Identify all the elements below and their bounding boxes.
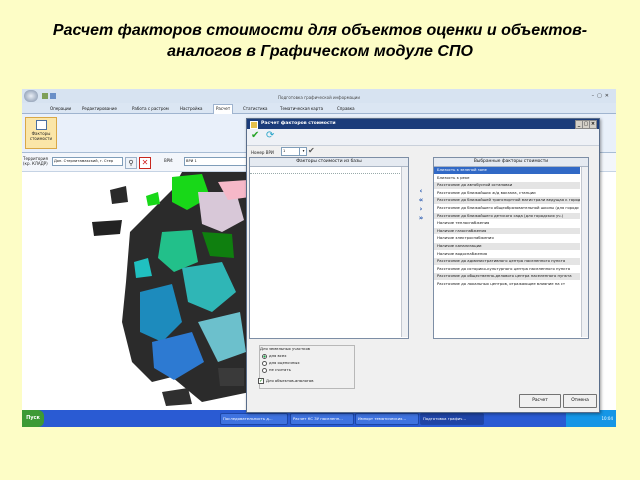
list-item[interactable]: Наличие водоснабжения (434, 251, 580, 259)
checkbox-check-icon: ✔ (258, 378, 264, 384)
list-item[interactable]: Расстояние до ближайшего общеобразовател… (434, 205, 580, 213)
list-item[interactable]: Наличие электроснабжения (434, 235, 580, 243)
list-item[interactable]: Расстояние до локальных центров, отражаю… (434, 281, 580, 289)
dialog-title: Расчет факторов стоимости (261, 121, 336, 126)
calculate-button[interactable]: Расчет (519, 394, 561, 408)
filter-funnel-icon[interactable]: ⚲ (125, 157, 137, 169)
list-item[interactable]: Расстояние до ближайших ж/д вокзала, ста… (434, 190, 580, 198)
vri-number-dropdown-icon[interactable]: ▾ (299, 147, 307, 156)
taskbar-item[interactable]: Подготовка графич... (420, 413, 484, 425)
tab-settings[interactable]: Настройка (180, 106, 202, 111)
vri-label: ВРИ: (164, 158, 174, 163)
window-controls[interactable]: –▢✕ (592, 93, 612, 99)
dialog-titlebar: Расчет факторов стоимости _ ▢ × (247, 119, 599, 129)
tab-statistics[interactable]: Статистика (243, 106, 268, 111)
value-factors-button[interactable]: Факторы стоимости (25, 117, 57, 149)
dialog-toolbar: ✔ ⟳ (247, 129, 599, 146)
vri-combo[interactable]: ВРИ 1 (184, 157, 249, 166)
analogs-checkbox-label: Для объектов-аналогов (266, 378, 314, 383)
apply-check-icon[interactable]: ✔ (251, 130, 259, 141)
list-item[interactable]: Наличие канализации (434, 242, 580, 251)
available-factors-list[interactable] (250, 167, 408, 174)
radio-none-label: не считать (269, 367, 291, 372)
list-item[interactable]: Расстояние до общественно-делового центр… (434, 273, 580, 281)
radio-dot (262, 360, 267, 366)
cadastral-map[interactable] (22, 172, 250, 407)
move-all-left-icon[interactable]: » (415, 214, 427, 223)
app-window-title: Подготовка графической информации (278, 95, 360, 100)
taskbar-item[interactable]: Расчет КС ЗУ населенн... (290, 413, 354, 425)
tab-help[interactable]: Справка (337, 106, 355, 111)
radio-none[interactable]: не считать (262, 367, 352, 373)
list-item[interactable]: Расстояние до административного центра н… (434, 258, 580, 266)
selected-factors-scrollbar[interactable] (581, 167, 588, 337)
move-left-icon[interactable]: › (415, 205, 427, 214)
app-titlebar: Подготовка графической информации –▢✕ (22, 89, 616, 103)
move-all-right-icon[interactable]: « (415, 196, 427, 205)
value-factors-label: Факторы стоимости (29, 131, 53, 141)
list-item[interactable]: Наличие газоснабжения (434, 227, 580, 236)
list-item[interactable]: Расстояние до ближайшей транспортной маг… (434, 197, 580, 205)
radio-assessed[interactable]: для оценочных (262, 360, 352, 366)
territory-label: Территория (кр. КЛАДР) (23, 156, 48, 166)
vri-number-combo[interactable]: 1 (281, 147, 300, 156)
ribbon-tabs: Операции Редактирование Работа с растром… (22, 103, 616, 115)
list-item[interactable]: Расстояние до историко-культурного центр… (434, 266, 580, 274)
value-factors-dialog: Расчет факторов стоимости _ ▢ × ✔ ⟳ Номе… (246, 118, 600, 413)
selected-factors-panel: Выбранные факторы стоимости Близость к з… (433, 157, 589, 339)
move-right-icon[interactable]: ‹ (415, 187, 427, 196)
list-item[interactable]: Наличие теплоснабжения (434, 220, 580, 228)
tab-operations[interactable]: Операции (50, 106, 71, 111)
list-item[interactable]: Близость к зеленой зоне (434, 167, 580, 175)
selected-factors-header: Выбранные факторы стоимости (434, 158, 588, 167)
radio-all[interactable]: для всех (262, 353, 352, 359)
selected-factors-list: Близость к зеленой зоне Близость к реке … (434, 167, 580, 289)
list-item[interactable]: Расстояние до автобусной остановки (434, 182, 580, 190)
territory-combo[interactable]: Доп. Стерлитамакский, г. Стер (52, 157, 123, 166)
confirm-vri-icon[interactable]: ✔ (308, 146, 315, 155)
dialog-app-icon (250, 121, 258, 129)
factors-icon (36, 120, 47, 130)
taskbar-item[interactable]: Импорт тематических... (355, 413, 419, 425)
transfer-buttons: ‹ « › » (415, 187, 427, 223)
list-item[interactable]: Расстояние до ближайшего детского сада (… (434, 212, 580, 221)
available-factors-header: Факторы стоимости из базы (250, 158, 408, 167)
available-factors-scrollbar[interactable] (401, 167, 408, 337)
tab-thematic-map[interactable]: Тематическая карта (280, 106, 323, 111)
radio-dot (262, 353, 267, 359)
close-icon[interactable]: × (589, 120, 597, 129)
radio-dot (262, 367, 267, 373)
refresh-icon[interactable]: ⟳ (266, 130, 274, 141)
slide-title: Расчет факторов стоимости для объектов о… (52, 22, 588, 60)
available-factors-panel: Факторы стоимости из базы (249, 157, 409, 339)
dialog-window-controls: _ ▢ × (575, 120, 597, 129)
land-plots-group-label: Для земельных участков (260, 346, 311, 351)
cancel-button[interactable]: Отмена (563, 394, 597, 408)
clear-filter-icon[interactable]: ✕ (139, 157, 151, 169)
analogs-checkbox[interactable]: ✔ Для объектов-аналогов (258, 378, 313, 384)
tab-raster[interactable]: Работа с растром (132, 106, 169, 111)
start-button[interactable]: Пуск (22, 410, 44, 427)
taskbar-item[interactable]: Последовательность д... (220, 413, 288, 425)
vri-number-label: Номер ВРИ (251, 150, 274, 155)
radio-assessed-label: для оценочных (269, 360, 300, 365)
tab-edit[interactable]: Редактирование (82, 106, 117, 111)
list-item[interactable]: Близость к реке (434, 175, 580, 183)
radio-all-label: для всех (269, 353, 287, 358)
